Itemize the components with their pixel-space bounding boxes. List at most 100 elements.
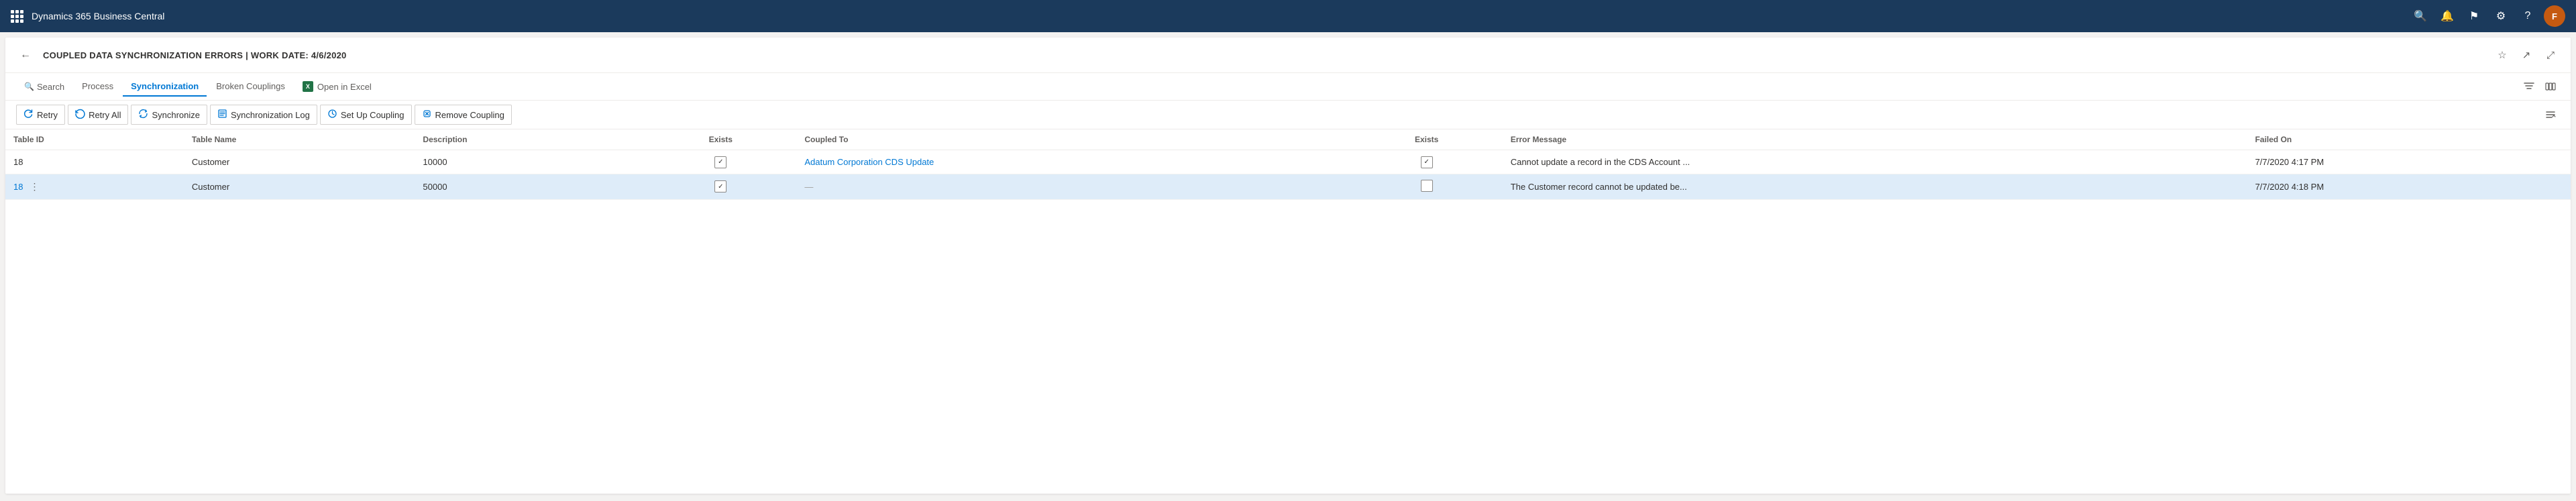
open-in-new-window-icon[interactable]: ↗ bbox=[2517, 46, 2536, 64]
search-icon[interactable]: 🔍 bbox=[2410, 5, 2431, 27]
top-navigation-bar: Dynamics 365 Business Central 🔍 🔔 ⚑ ⚙ ? … bbox=[0, 0, 2576, 32]
remove-coupling-icon bbox=[422, 109, 432, 121]
cell-error-message: The Customer record cannot be updated be… bbox=[1503, 174, 2247, 199]
tab-broken-couplings-label: Broken Couplings bbox=[216, 81, 285, 91]
cell-table-id: 18 ⋮ bbox=[5, 174, 184, 199]
table-id-value: 18 bbox=[13, 157, 23, 167]
exists-checkbox bbox=[714, 156, 727, 168]
col-header-table-name[interactable]: Table Name bbox=[184, 129, 415, 150]
tab-open-in-excel[interactable]: X Open in Excel bbox=[294, 77, 380, 96]
retry-icon bbox=[23, 109, 34, 121]
data-table-container: Table ID Table Name Description Exists C… bbox=[5, 129, 2571, 200]
failed-on-value: 7/7/2020 4:18 PM bbox=[2255, 182, 2324, 192]
excel-icon: X bbox=[303, 81, 313, 92]
col-header-coupled-exists[interactable]: Exists bbox=[1351, 129, 1503, 150]
row-id-container: 18 ⋮ bbox=[13, 180, 176, 194]
cell-table-name: Customer bbox=[184, 150, 415, 174]
col-header-description[interactable]: Description bbox=[415, 129, 645, 150]
fullscreen-icon[interactable]: ⤢ bbox=[2541, 46, 2560, 64]
col-header-exists[interactable]: Exists bbox=[645, 129, 796, 150]
top-bar-icons: 🔍 🔔 ⚑ ⚙ ? F bbox=[2410, 5, 2565, 27]
sync-log-button-label: Synchronization Log bbox=[231, 110, 310, 120]
page-header-actions: ☆ ↗ ⤢ bbox=[2493, 46, 2560, 64]
table-row: 18 Customer 10000 Adatum Corporation CDS… bbox=[5, 150, 2571, 174]
more-options-icon[interactable] bbox=[2541, 105, 2560, 124]
back-button[interactable]: ← bbox=[16, 46, 35, 64]
notification-bell-icon[interactable]: 🔔 bbox=[2436, 5, 2458, 27]
cell-table-id: 18 bbox=[5, 150, 184, 174]
col-header-table-id[interactable]: Table ID bbox=[5, 129, 184, 150]
cell-coupled-to: — bbox=[796, 174, 1350, 199]
retry-all-button[interactable]: Retry All bbox=[68, 105, 128, 125]
retry-all-button-label: Retry All bbox=[89, 110, 121, 120]
coupled-to-empty: — bbox=[804, 182, 813, 192]
cell-description: 50000 bbox=[415, 174, 645, 199]
col-header-error-message[interactable]: Error Message bbox=[1503, 129, 2247, 150]
coupled-exists-checkbox-unchecked bbox=[1421, 180, 1433, 192]
data-table: Table ID Table Name Description Exists C… bbox=[5, 129, 2571, 200]
synchronize-button[interactable]: Synchronize bbox=[131, 105, 207, 125]
sync-log-button[interactable]: Synchronization Log bbox=[210, 105, 317, 125]
bookmark-icon[interactable]: ☆ bbox=[2493, 46, 2512, 64]
search-tab-icon: 🔍 bbox=[24, 82, 34, 91]
set-up-coupling-button[interactable]: Set Up Coupling bbox=[320, 105, 412, 125]
remove-coupling-button[interactable]: Remove Coupling bbox=[415, 105, 512, 125]
tab-search-label: Search bbox=[37, 82, 64, 92]
cell-exists bbox=[645, 150, 796, 174]
flag-icon[interactable]: ⚑ bbox=[2463, 5, 2485, 27]
synchronize-button-label: Synchronize bbox=[152, 110, 200, 120]
error-message-text: Cannot update a record in the CDS Accoun… bbox=[1511, 157, 1690, 167]
tab-process[interactable]: Process bbox=[74, 77, 121, 97]
tab-broken-couplings[interactable]: Broken Couplings bbox=[208, 77, 293, 97]
retry-all-icon bbox=[75, 109, 85, 121]
remove-coupling-button-label: Remove Coupling bbox=[435, 110, 504, 120]
col-header-coupled-to[interactable]: Coupled To bbox=[796, 129, 1350, 150]
cell-description: 10000 bbox=[415, 150, 645, 174]
retry-button[interactable]: Retry bbox=[16, 105, 65, 125]
exists-checkbox bbox=[714, 180, 727, 192]
cell-exists bbox=[645, 174, 796, 199]
action-bar: Retry Retry All Synchronize bbox=[5, 101, 2571, 129]
description-value: 50000 bbox=[423, 182, 447, 192]
tab-process-label: Process bbox=[82, 81, 113, 91]
set-up-coupling-button-label: Set Up Coupling bbox=[341, 110, 405, 120]
tab-open-in-excel-label: Open in Excel bbox=[317, 82, 372, 92]
toolbar-right-icons bbox=[2520, 77, 2560, 96]
tab-synchronization[interactable]: Synchronization bbox=[123, 77, 207, 97]
table-id-link[interactable]: 18 bbox=[13, 182, 23, 192]
coupled-exists-checkbox bbox=[1421, 156, 1433, 168]
col-header-failed-on[interactable]: Failed On bbox=[2247, 129, 2571, 150]
row-context-menu-icon[interactable]: ⋮ bbox=[27, 180, 42, 194]
cell-coupled-to: Adatum Corporation CDS Update bbox=[796, 150, 1350, 174]
waffle-icon[interactable] bbox=[11, 10, 23, 23]
cell-coupled-exists bbox=[1351, 174, 1503, 199]
page-header: ← COUPLED DATA SYNCHRONIZATION ERRORS | … bbox=[5, 38, 2571, 73]
failed-on-value: 7/7/2020 4:17 PM bbox=[2255, 157, 2324, 167]
error-message-text: The Customer record cannot be updated be… bbox=[1511, 182, 1687, 192]
cell-table-name: Customer bbox=[184, 174, 415, 199]
cell-failed-on: 7/7/2020 4:18 PM bbox=[2247, 174, 2571, 199]
table-header-row: Table ID Table Name Description Exists C… bbox=[5, 129, 2571, 150]
table-name-value: Customer bbox=[192, 182, 229, 192]
page-container: ← COUPLED DATA SYNCHRONIZATION ERRORS | … bbox=[5, 38, 2571, 494]
synchronize-icon bbox=[138, 109, 148, 121]
app-logo: Dynamics 365 Business Central bbox=[32, 11, 164, 21]
cell-coupled-exists bbox=[1351, 150, 1503, 174]
help-question-icon[interactable]: ? bbox=[2517, 5, 2538, 27]
tab-search[interactable]: 🔍 Search bbox=[16, 78, 72, 96]
filter-icon[interactable] bbox=[2520, 77, 2538, 96]
cell-failed-on: 7/7/2020 4:17 PM bbox=[2247, 150, 2571, 174]
set-up-coupling-icon bbox=[327, 109, 337, 121]
user-avatar[interactable]: F bbox=[2544, 5, 2565, 27]
tab-synchronization-label: Synchronization bbox=[131, 81, 199, 91]
page-title: COUPLED DATA SYNCHRONIZATION ERRORS | WO… bbox=[43, 50, 347, 60]
settings-gear-icon[interactable]: ⚙ bbox=[2490, 5, 2512, 27]
action-bar-right bbox=[2541, 105, 2560, 124]
sync-log-icon bbox=[217, 109, 227, 121]
app-name: Dynamics 365 Business Central bbox=[32, 11, 164, 21]
column-chooser-icon[interactable] bbox=[2541, 77, 2560, 96]
cell-error-message: Cannot update a record in the CDS Accoun… bbox=[1503, 150, 2247, 174]
coupled-to-link[interactable]: Adatum Corporation CDS Update bbox=[804, 157, 934, 167]
table-name-value: Customer bbox=[192, 157, 229, 167]
description-value: 10000 bbox=[423, 157, 447, 167]
